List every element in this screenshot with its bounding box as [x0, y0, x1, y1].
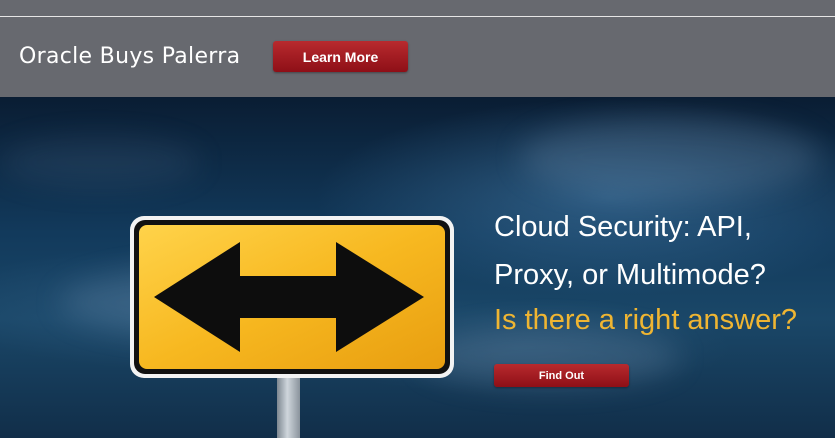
double-arrow-road-sign-icon [128, 120, 456, 385]
announcement-bar: Oracle Buys Palerra Learn More [0, 0, 835, 97]
hero-headline: Cloud Security: API, Proxy, or Multimode… [494, 203, 834, 299]
divider [0, 16, 835, 17]
learn-more-button[interactable]: Learn More [273, 41, 408, 72]
hero-subline: Is there a right answer? [494, 304, 798, 336]
headline-line-2: Proxy, or Multimode? [494, 259, 766, 291]
find-out-button[interactable]: Find Out [494, 364, 629, 387]
announcement-text: Oracle Buys Palerra [19, 44, 241, 69]
headline-line-1: Cloud Security: API, [494, 211, 752, 243]
